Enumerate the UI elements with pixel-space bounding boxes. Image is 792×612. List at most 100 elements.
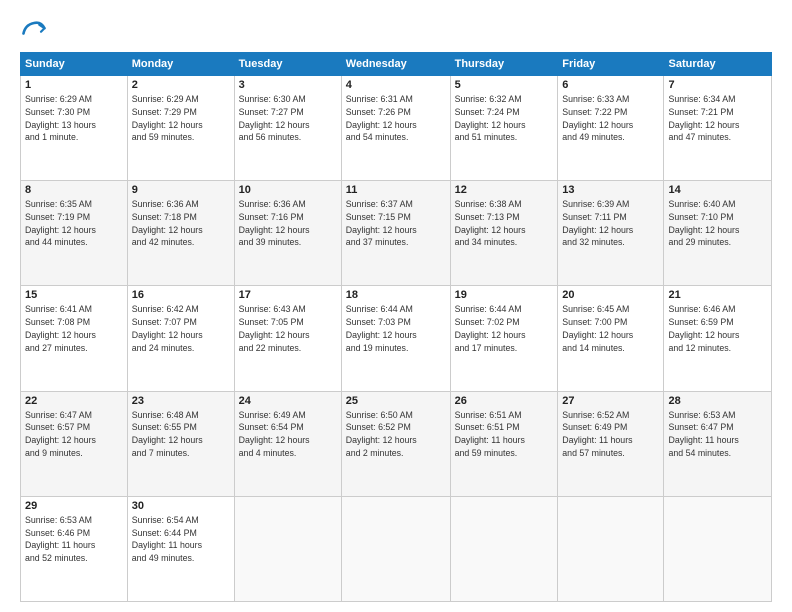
day-number: 9: [132, 184, 230, 196]
day-number: 28: [668, 395, 767, 407]
calendar-cell: [234, 496, 341, 601]
calendar-cell: 13 Sunrise: 6:39 AMSunset: 7:11 PMDaylig…: [558, 181, 664, 286]
calendar-week-3: 15 Sunrise: 6:41 AMSunset: 7:08 PMDaylig…: [21, 286, 772, 391]
calendar-cell: 20 Sunrise: 6:45 AMSunset: 7:00 PMDaylig…: [558, 286, 664, 391]
day-number: 1: [25, 79, 123, 91]
day-info: Sunrise: 6:44 AMSunset: 7:02 PMDaylight:…: [455, 303, 554, 354]
day-number: 24: [239, 395, 337, 407]
calendar-cell: 21 Sunrise: 6:46 AMSunset: 6:59 PMDaylig…: [664, 286, 772, 391]
day-number: 27: [562, 395, 659, 407]
day-number: 5: [455, 79, 554, 91]
day-info: Sunrise: 6:54 AMSunset: 6:44 PMDaylight:…: [132, 514, 230, 565]
calendar-cell: 25 Sunrise: 6:50 AMSunset: 6:52 PMDaylig…: [341, 391, 450, 496]
logo: [20, 16, 52, 44]
calendar-cell: 2 Sunrise: 6:29 AMSunset: 7:29 PMDayligh…: [127, 76, 234, 181]
calendar-cell: [450, 496, 558, 601]
day-info: Sunrise: 6:49 AMSunset: 6:54 PMDaylight:…: [239, 409, 337, 460]
weekday-friday: Friday: [558, 53, 664, 76]
calendar-week-5: 29 Sunrise: 6:53 AMSunset: 6:46 PMDaylig…: [21, 496, 772, 601]
day-info: Sunrise: 6:35 AMSunset: 7:19 PMDaylight:…: [25, 198, 123, 249]
day-info: Sunrise: 6:51 AMSunset: 6:51 PMDaylight:…: [455, 409, 554, 460]
header: [20, 16, 772, 44]
day-info: Sunrise: 6:30 AMSunset: 7:27 PMDaylight:…: [239, 93, 337, 144]
day-info: Sunrise: 6:42 AMSunset: 7:07 PMDaylight:…: [132, 303, 230, 354]
calendar-cell: 5 Sunrise: 6:32 AMSunset: 7:24 PMDayligh…: [450, 76, 558, 181]
day-info: Sunrise: 6:41 AMSunset: 7:08 PMDaylight:…: [25, 303, 123, 354]
weekday-saturday: Saturday: [664, 53, 772, 76]
day-number: 6: [562, 79, 659, 91]
weekday-sunday: Sunday: [21, 53, 128, 76]
calendar-cell: 1 Sunrise: 6:29 AMSunset: 7:30 PMDayligh…: [21, 76, 128, 181]
calendar-cell: 29 Sunrise: 6:53 AMSunset: 6:46 PMDaylig…: [21, 496, 128, 601]
calendar-cell: 7 Sunrise: 6:34 AMSunset: 7:21 PMDayligh…: [664, 76, 772, 181]
calendar-cell: [664, 496, 772, 601]
calendar-page: SundayMondayTuesdayWednesdayThursdayFrid…: [0, 0, 792, 612]
calendar-cell: 26 Sunrise: 6:51 AMSunset: 6:51 PMDaylig…: [450, 391, 558, 496]
calendar-cell: 17 Sunrise: 6:43 AMSunset: 7:05 PMDaylig…: [234, 286, 341, 391]
calendar-cell: 9 Sunrise: 6:36 AMSunset: 7:18 PMDayligh…: [127, 181, 234, 286]
day-number: 16: [132, 289, 230, 301]
day-info: Sunrise: 6:52 AMSunset: 6:49 PMDaylight:…: [562, 409, 659, 460]
calendar-cell: [341, 496, 450, 601]
calendar-cell: [558, 496, 664, 601]
weekday-wednesday: Wednesday: [341, 53, 450, 76]
day-info: Sunrise: 6:50 AMSunset: 6:52 PMDaylight:…: [346, 409, 446, 460]
day-info: Sunrise: 6:31 AMSunset: 7:26 PMDaylight:…: [346, 93, 446, 144]
day-number: 10: [239, 184, 337, 196]
day-info: Sunrise: 6:38 AMSunset: 7:13 PMDaylight:…: [455, 198, 554, 249]
weekday-thursday: Thursday: [450, 53, 558, 76]
day-info: Sunrise: 6:34 AMSunset: 7:21 PMDaylight:…: [668, 93, 767, 144]
day-number: 14: [668, 184, 767, 196]
calendar-cell: 15 Sunrise: 6:41 AMSunset: 7:08 PMDaylig…: [21, 286, 128, 391]
calendar-cell: 22 Sunrise: 6:47 AMSunset: 6:57 PMDaylig…: [21, 391, 128, 496]
calendar-cell: 18 Sunrise: 6:44 AMSunset: 7:03 PMDaylig…: [341, 286, 450, 391]
day-info: Sunrise: 6:33 AMSunset: 7:22 PMDaylight:…: [562, 93, 659, 144]
calendar-cell: 11 Sunrise: 6:37 AMSunset: 7:15 PMDaylig…: [341, 181, 450, 286]
day-number: 17: [239, 289, 337, 301]
day-info: Sunrise: 6:29 AMSunset: 7:29 PMDaylight:…: [132, 93, 230, 144]
calendar-table: SundayMondayTuesdayWednesdayThursdayFrid…: [20, 52, 772, 602]
day-number: 19: [455, 289, 554, 301]
calendar-cell: 14 Sunrise: 6:40 AMSunset: 7:10 PMDaylig…: [664, 181, 772, 286]
day-info: Sunrise: 6:32 AMSunset: 7:24 PMDaylight:…: [455, 93, 554, 144]
day-number: 18: [346, 289, 446, 301]
day-number: 13: [562, 184, 659, 196]
day-number: 25: [346, 395, 446, 407]
weekday-tuesday: Tuesday: [234, 53, 341, 76]
calendar-cell: 16 Sunrise: 6:42 AMSunset: 7:07 PMDaylig…: [127, 286, 234, 391]
day-number: 15: [25, 289, 123, 301]
day-number: 30: [132, 500, 230, 512]
calendar-cell: 23 Sunrise: 6:48 AMSunset: 6:55 PMDaylig…: [127, 391, 234, 496]
day-info: Sunrise: 6:36 AMSunset: 7:16 PMDaylight:…: [239, 198, 337, 249]
weekday-monday: Monday: [127, 53, 234, 76]
calendar-cell: 8 Sunrise: 6:35 AMSunset: 7:19 PMDayligh…: [21, 181, 128, 286]
day-info: Sunrise: 6:39 AMSunset: 7:11 PMDaylight:…: [562, 198, 659, 249]
day-info: Sunrise: 6:47 AMSunset: 6:57 PMDaylight:…: [25, 409, 123, 460]
calendar-cell: 6 Sunrise: 6:33 AMSunset: 7:22 PMDayligh…: [558, 76, 664, 181]
day-info: Sunrise: 6:36 AMSunset: 7:18 PMDaylight:…: [132, 198, 230, 249]
logo-icon: [20, 16, 48, 44]
day-info: Sunrise: 6:37 AMSunset: 7:15 PMDaylight:…: [346, 198, 446, 249]
calendar-cell: 30 Sunrise: 6:54 AMSunset: 6:44 PMDaylig…: [127, 496, 234, 601]
day-number: 3: [239, 79, 337, 91]
calendar-cell: 12 Sunrise: 6:38 AMSunset: 7:13 PMDaylig…: [450, 181, 558, 286]
day-info: Sunrise: 6:46 AMSunset: 6:59 PMDaylight:…: [668, 303, 767, 354]
calendar-cell: 3 Sunrise: 6:30 AMSunset: 7:27 PMDayligh…: [234, 76, 341, 181]
day-number: 23: [132, 395, 230, 407]
day-number: 20: [562, 289, 659, 301]
day-info: Sunrise: 6:29 AMSunset: 7:30 PMDaylight:…: [25, 93, 123, 144]
calendar-week-2: 8 Sunrise: 6:35 AMSunset: 7:19 PMDayligh…: [21, 181, 772, 286]
calendar-body: 1 Sunrise: 6:29 AMSunset: 7:30 PMDayligh…: [21, 76, 772, 602]
day-info: Sunrise: 6:44 AMSunset: 7:03 PMDaylight:…: [346, 303, 446, 354]
day-number: 21: [668, 289, 767, 301]
day-info: Sunrise: 6:43 AMSunset: 7:05 PMDaylight:…: [239, 303, 337, 354]
day-number: 11: [346, 184, 446, 196]
day-info: Sunrise: 6:45 AMSunset: 7:00 PMDaylight:…: [562, 303, 659, 354]
calendar-cell: 19 Sunrise: 6:44 AMSunset: 7:02 PMDaylig…: [450, 286, 558, 391]
calendar-cell: 28 Sunrise: 6:53 AMSunset: 6:47 PMDaylig…: [664, 391, 772, 496]
day-number: 29: [25, 500, 123, 512]
day-number: 26: [455, 395, 554, 407]
calendar-week-1: 1 Sunrise: 6:29 AMSunset: 7:30 PMDayligh…: [21, 76, 772, 181]
calendar-cell: 24 Sunrise: 6:49 AMSunset: 6:54 PMDaylig…: [234, 391, 341, 496]
day-number: 2: [132, 79, 230, 91]
